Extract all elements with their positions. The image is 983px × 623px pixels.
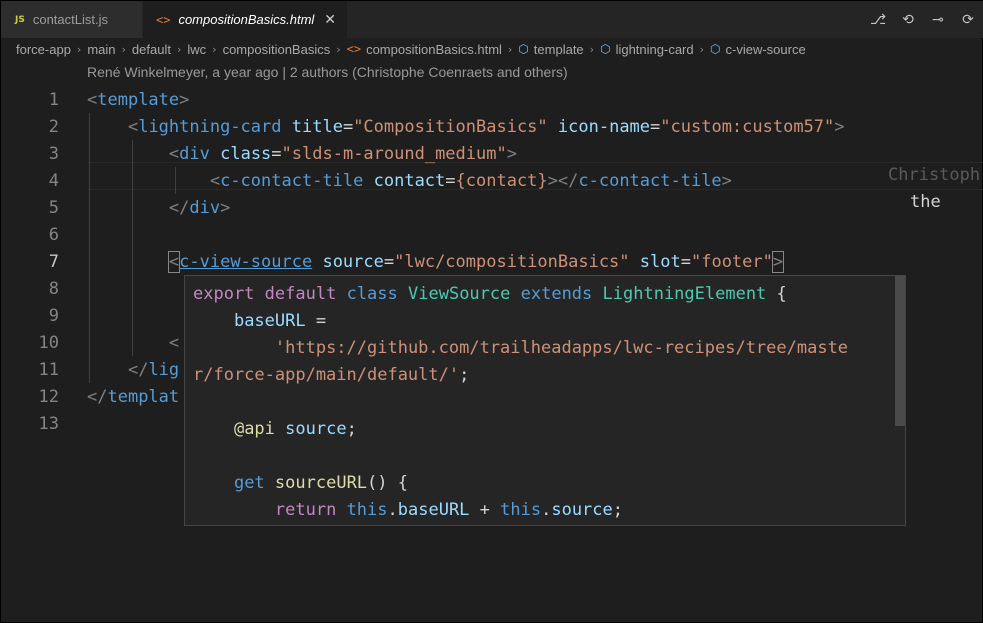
line-number: 7 (48, 252, 59, 272)
symbol-element-icon: ⬡ (710, 42, 721, 56)
breadcrumb-item[interactable]: lwc (187, 42, 206, 57)
chevron-right-icon: › (589, 42, 595, 56)
go-forward-icon[interactable]: ⟳ (960, 12, 976, 28)
close-icon[interactable]: ✕ (324, 12, 336, 28)
symbol-element-icon: ⬡ (600, 42, 611, 56)
code-text: <c-contact-tile contact={contact}></c-co… (209, 171, 732, 191)
matching-bracket: > (771, 251, 785, 273)
hover-code-line: return this.baseURL + this.source; (274, 500, 624, 520)
breadcrumb-item[interactable]: compositionBasics.html (366, 42, 502, 57)
breadcrumb-item[interactable]: default (132, 42, 171, 57)
chevron-right-icon: › (176, 42, 182, 56)
code-line: 6 (1, 222, 983, 249)
tab-contactlist-js[interactable]: JS contactList.js (1, 1, 143, 38)
code-line: 4 <c-contact-tile contact={contact}></c-… (1, 168, 983, 195)
source-control-icon[interactable]: ⎇ (870, 12, 886, 28)
code-text: <c-view-source source="lwc/compositionBa… (167, 251, 785, 273)
tab-bar: JS contactList.js <> compositionBasics.h… (1, 1, 983, 38)
line-number: 10 (38, 333, 59, 353)
hover-code-line: baseURL = (233, 311, 327, 331)
hover-code-line: r/force-app/main/default/'; (193, 365, 470, 385)
code-text: <template> (87, 90, 190, 110)
git-blame-codelens[interactable]: René Winkelmeyer, a year ago | 2 authors… (87, 64, 568, 80)
code-text: </templat (87, 387, 180, 407)
js-file-icon: JS (15, 14, 25, 25)
line-number: 1 (48, 90, 59, 110)
code-line: 5 </div> (1, 195, 983, 222)
breadcrumb-item[interactable]: compositionBasics (223, 42, 331, 57)
breadcrumb-item[interactable]: template (534, 42, 584, 57)
html-file-icon: <> (156, 12, 171, 27)
breadcrumb-item[interactable]: main (87, 42, 115, 57)
html-file-icon: <> (346, 42, 362, 56)
line-number: 11 (38, 360, 59, 380)
line-number: 5 (48, 198, 59, 218)
chevron-right-icon: › (699, 42, 705, 56)
hover-code-line: get sourceURL() { (233, 473, 408, 493)
line-number: 2 (48, 117, 59, 137)
hover-scrollbar[interactable] (895, 276, 905, 426)
line-number: 12 (38, 387, 59, 407)
breadcrumb-item[interactable]: lightning-card (616, 42, 694, 57)
breadcrumb: force-app › main › default › lwc › compositi… (1, 38, 983, 60)
chevron-right-icon: › (76, 42, 82, 56)
code-line: 1 <template> (1, 87, 983, 114)
tab-label: contactList.js (32, 12, 108, 27)
chevron-right-icon: › (121, 42, 126, 56)
code-line: 3 <div class="slds-m-around_medium"> (1, 141, 983, 168)
code-fragment: the (910, 192, 941, 212)
code-text: <lightning-card title="CompositionBasics… (127, 117, 845, 137)
code-line: 2 <lightning-card title="CompositionBasi… (1, 114, 983, 141)
line-number: 3 (48, 144, 59, 164)
chevron-right-icon: › (507, 42, 513, 56)
code-text: < (168, 333, 180, 353)
hover-code-line: 'https://github.com/trailheadapps/lwc-re… (274, 338, 849, 358)
line-number: 8 (48, 279, 59, 299)
definition-hover-popup[interactable]: export default class ViewSource extends … (184, 275, 906, 526)
line-number: 4 (48, 171, 59, 191)
line-number: 6 (48, 225, 59, 245)
chevron-right-icon: › (336, 42, 341, 56)
hover-code-line: export default class ViewSource extends … (193, 284, 787, 304)
breadcrumb-item[interactable]: c-view-source (726, 42, 806, 57)
component-link: c-view-source (179, 252, 313, 272)
chevron-right-icon: › (212, 42, 217, 56)
line-number: 13 (38, 414, 59, 434)
breadcrumb-item[interactable]: force-app (16, 42, 71, 57)
code-text: </lig (127, 360, 180, 380)
tab-compositionbasics-html[interactable]: <> compositionBasics.html ✕ (143, 1, 347, 38)
inline-git-blame: Christoph (888, 165, 981, 185)
line-number: 9 (48, 306, 59, 326)
code-text: </div> (168, 198, 231, 218)
hover-code-line: @api source; (233, 419, 357, 439)
symbol-element-icon: ⬡ (518, 42, 529, 56)
matching-bracket: < (167, 251, 181, 273)
go-back-icon[interactable]: ⟲ (900, 12, 916, 28)
tab-label: compositionBasics.html (178, 12, 315, 27)
code-line-active: 7 <c-view-source source="lwc/composition… (1, 249, 983, 276)
code-text: <div class="slds-m-around_medium"> (168, 144, 517, 164)
editor-actions: ⎇ ⟲ ⊸ ⟳ (870, 1, 976, 38)
git-commit-icon[interactable]: ⊸ (930, 12, 946, 28)
